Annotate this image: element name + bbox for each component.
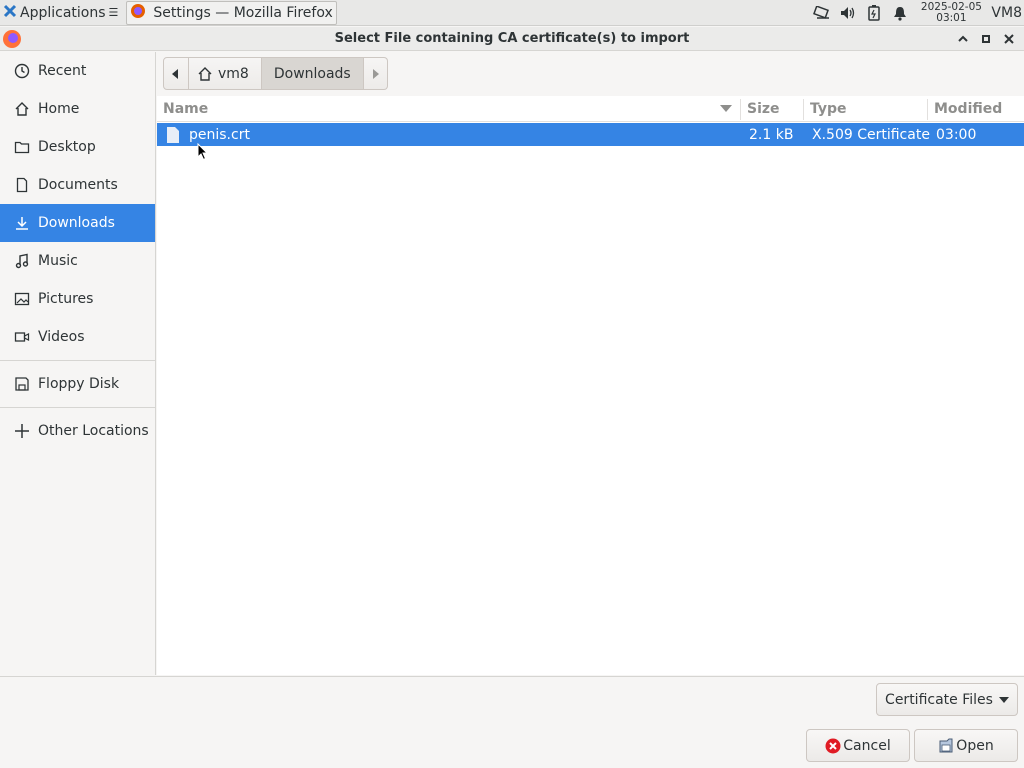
column-divider (803, 99, 804, 120)
path-current-label: Downloads (273, 65, 351, 82)
minimize-button[interactable] (951, 28, 974, 50)
folder-icon (14, 139, 30, 155)
network-icon[interactable] (809, 0, 835, 26)
chevron-down-icon (998, 696, 1009, 703)
home-icon (198, 66, 212, 81)
column-header: Name Size Type Modified (157, 96, 1024, 122)
close-icon (1003, 34, 1014, 44)
chevron-left-icon (172, 68, 178, 79)
cancel-label: Cancel (843, 737, 891, 754)
vm-label: VM8 (991, 5, 1022, 21)
download-icon (14, 215, 30, 231)
column-modified[interactable]: Modified (934, 96, 1002, 122)
clock-icon (14, 63, 30, 79)
music-icon (14, 253, 30, 269)
sort-chevron-down-icon[interactable] (720, 96, 732, 122)
picture-icon (14, 291, 30, 307)
applications-menu[interactable]: Applications ☰ (0, 0, 122, 26)
path-current-button[interactable]: Downloads (261, 57, 364, 90)
chevron-up-icon (957, 35, 968, 42)
sidebar-item-videos[interactable]: Videos (0, 318, 155, 356)
path-home-button[interactable]: vm8 (189, 57, 262, 90)
column-divider (927, 99, 928, 120)
open-label: Open (956, 737, 994, 754)
sidebar-item-home[interactable]: Home (0, 90, 155, 128)
dialog-title: Select File containing CA certificate(s)… (334, 31, 690, 46)
close-button[interactable] (997, 28, 1020, 50)
column-size[interactable]: Size (747, 96, 780, 122)
column-type[interactable]: Type (810, 96, 847, 122)
document-icon (14, 177, 30, 193)
path-back-button[interactable] (163, 57, 189, 90)
file-modified: 03:00 (936, 126, 977, 143)
sidebar-item-documents[interactable]: Documents (0, 166, 155, 204)
battery-icon[interactable] (861, 0, 887, 26)
firefox-icon (2, 29, 22, 53)
menu-separator-icon: ☰ (108, 6, 119, 19)
file-icon (167, 123, 179, 146)
sidebar-item-label: Floppy Disk (38, 376, 120, 392)
file-type: X.509 Certificate (812, 126, 930, 143)
clock[interactable]: 2025-02-05 03:01 (919, 2, 983, 24)
filter-label: Certificate Files (885, 691, 993, 708)
floppy-icon (14, 376, 30, 392)
sidebar-item-label: Home (38, 101, 80, 117)
taskbar-label: Settings — Mozilla Firefox (153, 4, 333, 21)
sidebar-item-other-locations[interactable]: Other Locations (0, 412, 155, 450)
column-name-label: Name (163, 101, 209, 117)
path-home-label: vm8 (218, 65, 249, 82)
sidebar-item-label: Downloads (38, 215, 115, 231)
column-type-label: Type (810, 101, 847, 117)
open-icon (938, 738, 954, 754)
maximize-button[interactable] (974, 28, 997, 50)
volume-icon[interactable] (835, 0, 861, 26)
sidebar-item-floppy[interactable]: Floppy Disk (0, 365, 155, 403)
cancel-icon (825, 738, 841, 754)
sidebar-item-label: Desktop (38, 139, 96, 155)
system-tray: 2025-02-05 03:01 VM8 (809, 0, 1024, 26)
notification-bell-icon[interactable] (887, 0, 913, 26)
sidebar-item-downloads[interactable]: Downloads (0, 204, 155, 242)
sidebar-item-music[interactable]: Music (0, 242, 155, 280)
chevron-right-icon (373, 68, 380, 79)
maximize-icon (981, 35, 990, 43)
file-filter-dropdown[interactable]: Certificate Files (876, 683, 1018, 716)
sidebar-item-label: Videos (38, 329, 85, 345)
dialog-footer: Certificate Files Cancel Open (0, 676, 1024, 768)
mouse-pointer-icon (197, 142, 209, 165)
sidebar-separator (0, 360, 155, 361)
firefox-icon (130, 3, 146, 23)
xfce-logo-icon (3, 4, 17, 22)
sidebar-item-label: Documents (38, 177, 118, 193)
dialog-titlebar: Select File containing CA certificate(s)… (0, 27, 1024, 51)
cancel-button[interactable]: Cancel (806, 729, 910, 762)
column-divider (740, 99, 741, 120)
sidebar-item-label: Other Locations (38, 423, 149, 439)
top-panel: Applications ☰ Settings — Mozilla Firefo… (0, 0, 1024, 26)
path-forward-button[interactable] (363, 57, 388, 90)
file-list: Name Size Type Modified penis.crt 2.1 kB… (157, 96, 1024, 675)
open-button[interactable]: Open (914, 729, 1018, 762)
sidebar-item-desktop[interactable]: Desktop (0, 128, 155, 166)
sidebar-item-pictures[interactable]: Pictures (0, 280, 155, 318)
column-name[interactable]: Name (163, 96, 208, 122)
sidebar-item-label: Music (38, 253, 78, 269)
sidebar-separator (0, 407, 155, 408)
home-icon (14, 101, 30, 117)
video-icon (14, 329, 30, 345)
file-row[interactable]: penis.crt 2.1 kB X.509 Certificate 03:00 (157, 123, 1024, 146)
applications-label: Applications (20, 4, 106, 21)
column-size-label: Size (747, 101, 780, 117)
sidebar-item-label: Recent (38, 63, 87, 79)
taskbar-firefox[interactable]: Settings — Mozilla Firefox (126, 0, 337, 25)
path-bar: vm8 Downloads (163, 57, 388, 91)
file-size: 2.1 kB (749, 126, 794, 143)
sidebar-item-recent[interactable]: Recent (0, 52, 155, 90)
clock-time: 03:01 (936, 12, 967, 24)
plus-icon (14, 423, 30, 439)
sidebar-item-label: Pictures (38, 291, 94, 307)
places-sidebar: Recent Home Desktop Documents Downloads … (0, 52, 156, 675)
column-modified-label: Modified (934, 101, 1003, 117)
